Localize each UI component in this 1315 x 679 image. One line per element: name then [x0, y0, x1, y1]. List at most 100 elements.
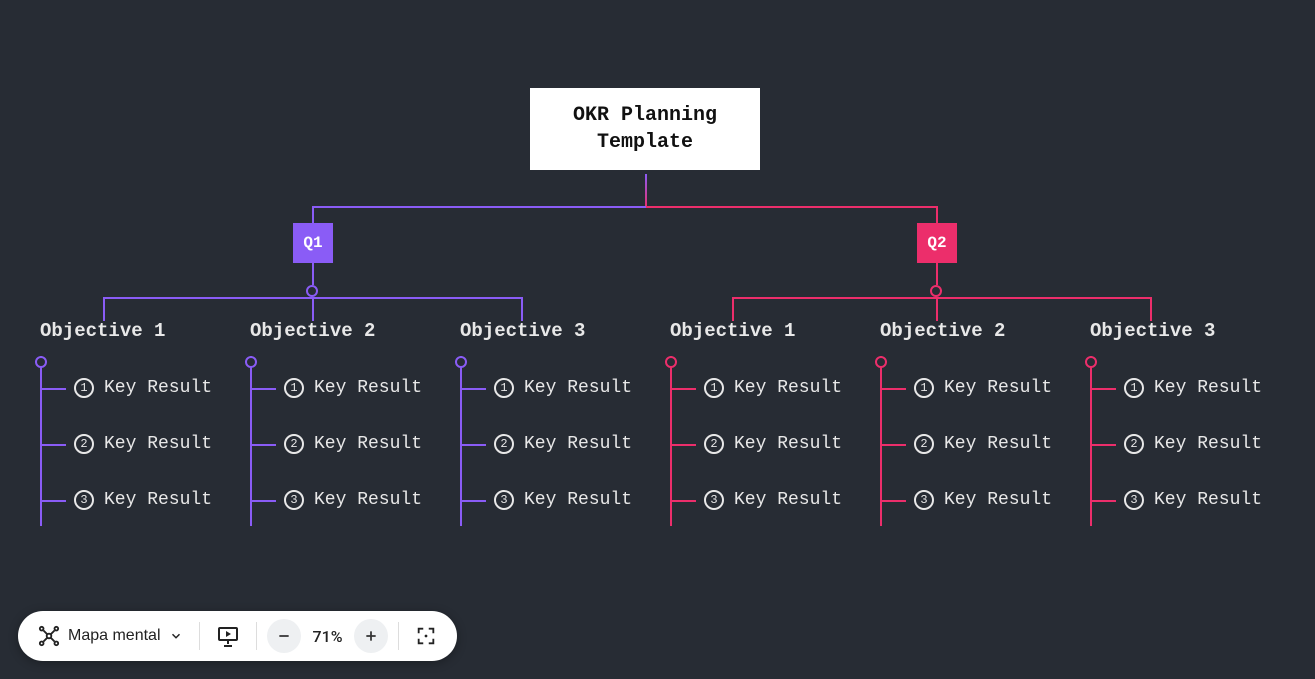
connector — [521, 297, 523, 321]
connector — [732, 297, 734, 321]
connector — [936, 263, 938, 285]
key-result[interactable]: 2Key Result — [670, 434, 870, 454]
plus-icon — [364, 629, 378, 643]
quarter-q1[interactable]: Q1 — [293, 223, 333, 263]
connector — [252, 388, 276, 390]
separator — [199, 622, 200, 650]
objective-node[interactable]: Objective 3 1Key Result 2 Key Result 3 Key… — [460, 320, 660, 510]
root-title: OKR Planning Template — [573, 104, 717, 154]
kr-label: Key Result — [1154, 378, 1262, 398]
kr-label: Key Result — [1154, 490, 1262, 510]
connector — [312, 206, 314, 224]
kr-label: Key Result — [944, 434, 1052, 454]
connector-circle — [930, 285, 942, 297]
quarter-label: Q2 — [927, 234, 946, 252]
kr-number-icon: 3 — [704, 490, 724, 510]
key-result[interactable]: 1Key Result — [460, 378, 660, 398]
key-result[interactable]: 1 Key Result — [250, 378, 450, 398]
key-result[interactable]: 1Key Result — [1090, 378, 1290, 398]
key-result[interactable]: 3 Key Result — [670, 490, 870, 510]
kr-label: Key Result — [944, 378, 1052, 398]
key-result[interactable]: 2 Key Result — [880, 434, 1080, 454]
objective-node[interactable]: Objective 1 1Key Result 2Key Result 3Key… — [670, 320, 870, 510]
connector — [1092, 388, 1116, 390]
connector — [252, 500, 276, 502]
key-result[interactable]: 1Key Result — [880, 378, 1080, 398]
kr-number-icon: 2 — [284, 434, 304, 454]
kr-number-icon: 3 — [494, 490, 514, 510]
objective-title: Objective 2 — [250, 320, 450, 342]
kr-number-icon: 2 — [74, 434, 94, 454]
kr-number-icon: 2 — [704, 434, 724, 454]
objective-node[interactable]: Objective 2 1Key Result 2 Key Result 3 Key… — [880, 320, 1080, 510]
connector — [252, 444, 276, 446]
connector — [672, 388, 696, 390]
key-result[interactable]: 3 Key Result — [880, 490, 1080, 510]
layout-mode-label: Mapa mental — [68, 627, 161, 645]
kr-label: Key Result — [104, 434, 212, 454]
fit-screen-button[interactable] — [409, 618, 443, 654]
mindmap-canvas[interactable]: OKR Planning Template Q1 Q2 Objective 1 … — [0, 0, 1315, 679]
connector — [42, 388, 66, 390]
root-node[interactable]: OKR Planning Template — [530, 88, 760, 170]
zoom-out-button[interactable] — [267, 619, 301, 653]
zoom-in-button[interactable] — [354, 619, 388, 653]
kr-label: Key Result — [524, 434, 632, 454]
connector — [312, 297, 314, 321]
kr-label: Key Result — [314, 378, 422, 398]
objective-title: Objective 1 — [40, 320, 240, 342]
connector-circle — [455, 356, 467, 368]
key-result[interactable]: 3 Key Result — [250, 490, 450, 510]
connector-circle — [875, 356, 887, 368]
kr-number-icon: 2 — [494, 434, 514, 454]
connector — [882, 444, 906, 446]
objective-title: Objective 3 — [460, 320, 660, 342]
key-result[interactable]: 3 Key Result — [460, 490, 660, 510]
connector-circle — [306, 285, 318, 297]
kr-label: Key Result — [734, 490, 842, 510]
kr-number-icon: 3 — [284, 490, 304, 510]
connector — [1150, 297, 1152, 321]
objective-node[interactable]: Objective 1 1 Key Result 2 Key Result 3Key… — [40, 320, 240, 510]
connector-circle — [1085, 356, 1097, 368]
connector — [1092, 444, 1116, 446]
present-button[interactable] — [210, 618, 246, 654]
kr-label: Key Result — [524, 490, 632, 510]
layout-mode-button[interactable]: Mapa mental — [32, 618, 189, 654]
key-result[interactable]: 3 Key Result — [1090, 490, 1290, 510]
separator — [398, 622, 399, 650]
connector — [312, 206, 646, 208]
connector-circle — [245, 356, 257, 368]
kr-label: Key Result — [104, 378, 212, 398]
kr-number-icon: 2 — [1124, 434, 1144, 454]
kr-number-icon: 3 — [1124, 490, 1144, 510]
key-result[interactable]: 2Key Result — [250, 434, 450, 454]
key-result[interactable]: 2Key Result — [1090, 434, 1290, 454]
connector — [936, 206, 938, 224]
objective-node[interactable]: Objective 3 1Key Result 2Key Result 3Key… — [1090, 320, 1290, 510]
chevron-down-icon — [169, 629, 183, 643]
kr-number-icon: 3 — [914, 490, 934, 510]
key-result[interactable]: 2 Key Result — [40, 434, 240, 454]
kr-number-icon: 1 — [74, 378, 94, 398]
connector — [462, 388, 486, 390]
kr-number-icon: 3 — [74, 490, 94, 510]
kr-number-icon: 1 — [284, 378, 304, 398]
objective-node[interactable]: Objective 2 1 Key Result 2Key Result 3 Key… — [250, 320, 450, 510]
quarter-q2[interactable]: Q2 — [917, 223, 957, 263]
connector — [732, 297, 1152, 299]
connector-circle — [35, 356, 47, 368]
kr-label: Key Result — [944, 490, 1052, 510]
key-result[interactable]: 1 Key Result — [40, 378, 240, 398]
mindmap-icon — [38, 625, 60, 647]
separator — [256, 622, 257, 650]
objective-title: Objective 2 — [880, 320, 1080, 342]
connector — [462, 444, 486, 446]
presentation-icon — [216, 624, 240, 648]
connector — [312, 263, 314, 285]
key-result[interactable]: 2 Key Result — [460, 434, 660, 454]
kr-label: Key Result — [314, 490, 422, 510]
key-result[interactable]: 3Key Result — [40, 490, 240, 510]
kr-number-icon: 2 — [914, 434, 934, 454]
key-result[interactable]: 1Key Result — [670, 378, 870, 398]
